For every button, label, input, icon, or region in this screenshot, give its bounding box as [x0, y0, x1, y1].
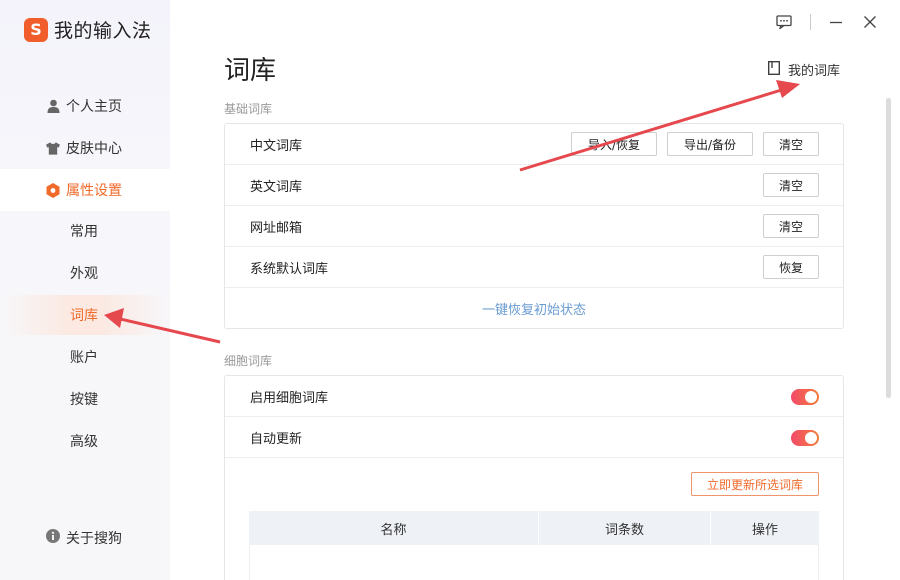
dict-row-system-default: 系统默认词库 恢复	[225, 247, 843, 288]
my-dictionary-link[interactable]: 我的词库	[768, 60, 840, 79]
sidebar-item-label: 皮肤中心	[66, 141, 122, 157]
sidebar-subitem-appearance[interactable]: 外观	[0, 253, 170, 293]
dict-row-url-email: 网址邮箱 清空	[225, 206, 843, 247]
basic-dict-card: 中文词库 导入/恢复 导出/备份 清空 英文词库 清空 网址邮箱 清空 系统默认…	[224, 123, 844, 329]
sidebar-subitem-dictionary[interactable]: 词库	[0, 295, 170, 335]
dict-row-english: 英文词库 清空	[225, 165, 843, 206]
dict-row-chinese: 中文词库 导入/恢复 导出/备份 清空	[225, 124, 843, 165]
column-header-count[interactable]: 词条数	[539, 511, 711, 545]
user-icon	[46, 99, 60, 113]
dict-row-label: 中文词库	[250, 138, 303, 154]
my-dictionary-label: 我的词库	[788, 64, 841, 79]
app-logo: S 我的输入法	[24, 16, 152, 43]
about-link[interactable]: 关于搜狗	[46, 528, 122, 548]
sidebar-item-profile[interactable]: 个人主页	[0, 85, 170, 127]
table-header: 名称 词条数 操作	[249, 511, 819, 545]
shirt-icon	[46, 141, 60, 155]
row-label: 自动更新	[250, 431, 303, 447]
page-title: 词库	[224, 56, 277, 86]
sogou-logo-icon: S	[24, 17, 48, 42]
restore-system-button[interactable]: 恢复	[763, 255, 819, 279]
update-selected-button[interactable]: 立即更新所选词库	[691, 472, 819, 496]
export-backup-button[interactable]: 导出/备份	[667, 132, 753, 156]
auto-update-row: 自动更新	[225, 417, 843, 458]
enable-cell-dict-row: 启用细胞词库	[225, 376, 843, 417]
clear-english-button[interactable]: 清空	[763, 173, 819, 197]
sidebar-item-skins[interactable]: 皮肤中心	[0, 127, 170, 169]
close-icon[interactable]	[860, 12, 880, 32]
settings-hex-icon	[46, 182, 60, 198]
sidebar-item-label: 属性设置	[66, 183, 122, 199]
cell-dict-table: 名称 词条数 操作	[249, 511, 819, 580]
table-body	[249, 545, 819, 580]
sidebar: S 我的输入法 个人主页 皮肤中心 属性设置 常用 外观 词库 账户 按键 高级…	[0, 0, 170, 580]
cell-dict-section-label: 细胞词库	[224, 354, 273, 368]
sidebar-subitem-keys[interactable]: 按键	[0, 379, 170, 419]
dict-row-label: 网址邮箱	[250, 220, 303, 236]
sidebar-subitem-common[interactable]: 常用	[0, 211, 170, 251]
book-icon	[768, 60, 780, 79]
row-label: 启用细胞词库	[250, 390, 329, 406]
sidebar-item-label: 个人主页	[66, 99, 122, 115]
app-title: 我的输入法	[54, 20, 152, 42]
cell-dict-card: 启用细胞词库 自动更新 立即更新所选词库 名称 词条数 操作	[224, 375, 844, 580]
sidebar-item-settings[interactable]: 属性设置	[0, 169, 170, 211]
import-restore-button[interactable]: 导入/恢复	[571, 132, 657, 156]
dict-row-label: 英文词库	[250, 179, 303, 195]
auto-update-toggle[interactable]	[791, 430, 819, 446]
title-bar-divider	[810, 14, 811, 30]
reset-to-default-link[interactable]: 一键恢复初始状态	[225, 288, 843, 328]
scrollbar[interactable]	[886, 98, 891, 398]
column-header-name[interactable]: 名称	[249, 511, 539, 545]
column-header-action: 操作	[751, 522, 778, 538]
sidebar-subitem-advanced[interactable]: 高级	[0, 421, 170, 461]
info-icon	[46, 529, 60, 547]
minimize-icon[interactable]	[826, 12, 846, 32]
basic-dict-section-label: 基础词库	[224, 102, 273, 116]
feedback-icon[interactable]	[774, 12, 794, 32]
enable-cell-dict-toggle[interactable]	[791, 389, 819, 405]
sidebar-subitem-account[interactable]: 账户	[0, 337, 170, 377]
clear-chinese-button[interactable]: 清空	[763, 132, 819, 156]
about-label: 关于搜狗	[66, 531, 122, 547]
dict-row-label: 系统默认词库	[250, 261, 329, 277]
clear-url-email-button[interactable]: 清空	[763, 214, 819, 238]
